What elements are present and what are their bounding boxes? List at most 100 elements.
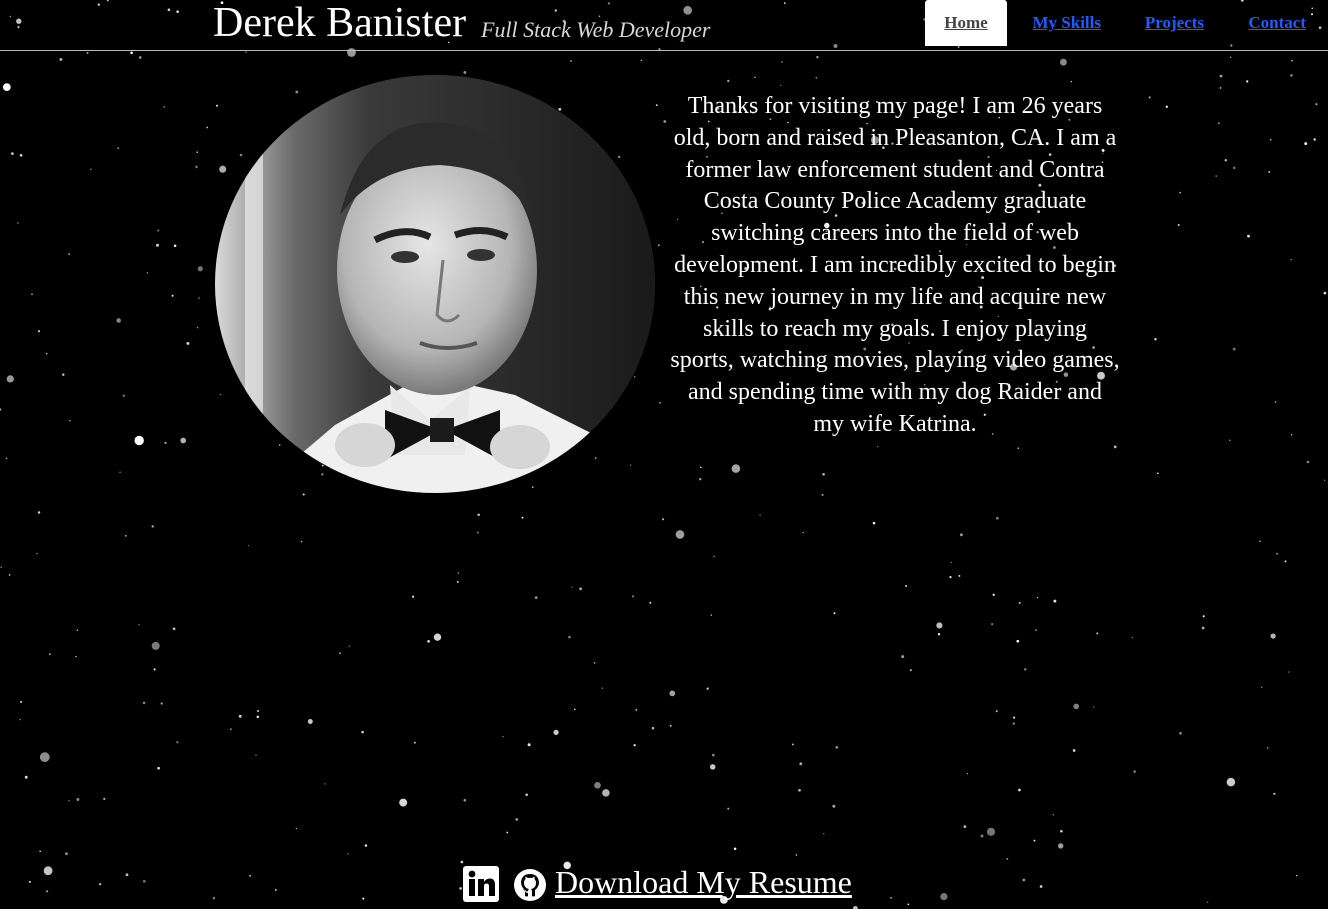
star (1006, 857, 1009, 860)
star (321, 464, 324, 467)
star (256, 715, 260, 719)
star (1113, 445, 1117, 449)
star (1177, 223, 1180, 227)
star (142, 701, 146, 705)
starfield-background (0, 0, 1327, 909)
star (68, 799, 70, 802)
nav-home[interactable]: Home (925, 0, 1007, 46)
star (649, 601, 652, 604)
star (959, 533, 963, 537)
star (206, 126, 209, 129)
star (1261, 686, 1263, 688)
star (307, 719, 313, 724)
star (459, 887, 462, 890)
star (986, 827, 996, 836)
star (339, 652, 341, 655)
star (669, 724, 672, 727)
star (238, 714, 242, 718)
star (37, 330, 41, 333)
star (274, 888, 277, 891)
star (907, 903, 910, 906)
star (433, 633, 442, 641)
star (602, 789, 610, 797)
star (122, 394, 125, 397)
star (0, 566, 2, 568)
star (669, 690, 676, 697)
star (219, 393, 222, 396)
star (463, 70, 467, 74)
star (124, 535, 127, 537)
star (1013, 716, 1016, 719)
star (877, 445, 879, 448)
star (553, 729, 559, 736)
star (1016, 639, 1020, 643)
star (1267, 747, 1269, 749)
star (822, 473, 825, 476)
star (119, 471, 121, 474)
star (802, 531, 804, 534)
star (980, 834, 984, 838)
star (2, 83, 11, 92)
star (1072, 749, 1076, 752)
star (157, 766, 160, 770)
star (1058, 843, 1064, 849)
star (321, 473, 324, 476)
star (733, 847, 737, 850)
download-resume-link[interactable]: Download My Resume (555, 862, 852, 902)
star (936, 622, 943, 629)
star (1273, 792, 1276, 795)
star (1206, 901, 1209, 903)
star (216, 104, 218, 107)
star (11, 152, 14, 155)
star (173, 244, 177, 248)
star (815, 76, 818, 79)
star (1269, 138, 1272, 141)
star (937, 633, 941, 636)
star (1224, 159, 1227, 162)
star (617, 155, 621, 159)
github-link[interactable] (513, 868, 547, 907)
star (640, 59, 643, 62)
nav-projects[interactable]: Projects (1145, 0, 1204, 46)
star (1230, 56, 1232, 58)
profile-photo (215, 75, 655, 493)
star (125, 873, 129, 877)
star (1179, 191, 1182, 194)
star (940, 892, 948, 901)
star (571, 586, 573, 588)
star (1148, 96, 1151, 99)
star (348, 645, 350, 647)
star (958, 574, 961, 577)
star (19, 718, 21, 721)
star (1290, 74, 1293, 77)
star (19, 154, 23, 157)
star (1323, 291, 1327, 295)
star (1219, 87, 1222, 89)
star (76, 629, 79, 631)
linkedin-link[interactable] (463, 866, 499, 907)
star (153, 668, 156, 671)
star (37, 511, 41, 514)
star (39, 752, 50, 763)
star (798, 788, 801, 792)
star (1060, 58, 1067, 66)
star (1259, 540, 1261, 543)
star (995, 710, 998, 713)
star (1060, 829, 1063, 833)
star (662, 518, 665, 521)
star (117, 147, 119, 149)
nav-my-skills[interactable]: My Skills (1033, 0, 1102, 46)
star (43, 866, 53, 876)
star (172, 627, 176, 631)
star (532, 486, 534, 488)
star (249, 874, 251, 877)
star (821, 493, 824, 496)
star (164, 441, 167, 445)
star (460, 860, 464, 864)
nav-contact[interactable]: Contact (1248, 0, 1306, 46)
star (631, 595, 635, 598)
star (477, 513, 481, 517)
star (634, 376, 636, 378)
star (568, 635, 571, 639)
star (212, 897, 215, 900)
